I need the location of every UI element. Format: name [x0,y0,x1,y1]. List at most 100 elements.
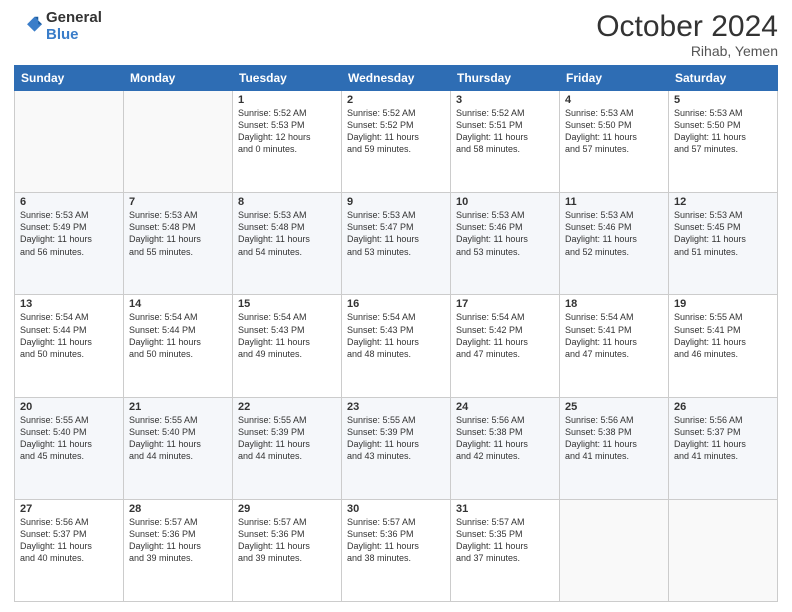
day-info: Sunrise: 5:56 AM Sunset: 5:38 PM Dayligh… [565,414,663,463]
day-info: Sunrise: 5:57 AM Sunset: 5:35 PM Dayligh… [456,516,554,565]
day-info: Sunrise: 5:54 AM Sunset: 5:41 PM Dayligh… [565,311,663,360]
day-info: Sunrise: 5:55 AM Sunset: 5:39 PM Dayligh… [238,414,336,463]
day-cell: 18Sunrise: 5:54 AM Sunset: 5:41 PM Dayli… [560,295,669,397]
day-number: 8 [238,196,336,208]
day-cell: 4Sunrise: 5:53 AM Sunset: 5:50 PM Daylig… [560,91,669,193]
header-sunday: Sunday [15,66,124,91]
day-number: 20 [20,401,118,413]
day-cell: 19Sunrise: 5:55 AM Sunset: 5:41 PM Dayli… [669,295,778,397]
day-info: Sunrise: 5:57 AM Sunset: 5:36 PM Dayligh… [129,516,227,565]
day-info: Sunrise: 5:56 AM Sunset: 5:38 PM Dayligh… [456,414,554,463]
day-number: 23 [347,401,445,413]
day-info: Sunrise: 5:52 AM Sunset: 5:52 PM Dayligh… [347,107,445,156]
day-info: Sunrise: 5:52 AM Sunset: 5:53 PM Dayligh… [238,107,336,156]
day-number: 3 [456,94,554,106]
day-info: Sunrise: 5:53 AM Sunset: 5:50 PM Dayligh… [565,107,663,156]
day-info: Sunrise: 5:54 AM Sunset: 5:43 PM Dayligh… [347,311,445,360]
day-cell [124,91,233,193]
day-info: Sunrise: 5:55 AM Sunset: 5:41 PM Dayligh… [674,311,772,360]
day-number: 28 [129,503,227,515]
day-cell: 31Sunrise: 5:57 AM Sunset: 5:35 PM Dayli… [451,499,560,601]
day-cell: 12Sunrise: 5:53 AM Sunset: 5:45 PM Dayli… [669,193,778,295]
day-number: 6 [20,196,118,208]
day-number: 2 [347,94,445,106]
day-cell: 29Sunrise: 5:57 AM Sunset: 5:36 PM Dayli… [233,499,342,601]
day-cell: 27Sunrise: 5:56 AM Sunset: 5:37 PM Dayli… [15,499,124,601]
day-cell [669,499,778,601]
day-cell [15,91,124,193]
day-number: 13 [20,298,118,310]
day-number: 25 [565,401,663,413]
header-monday: Monday [124,66,233,91]
day-info: Sunrise: 5:55 AM Sunset: 5:39 PM Dayligh… [347,414,445,463]
day-number: 14 [129,298,227,310]
day-cell: 5Sunrise: 5:53 AM Sunset: 5:50 PM Daylig… [669,91,778,193]
day-cell: 14Sunrise: 5:54 AM Sunset: 5:44 PM Dayli… [124,295,233,397]
day-cell: 17Sunrise: 5:54 AM Sunset: 5:42 PM Dayli… [451,295,560,397]
day-cell: 9Sunrise: 5:53 AM Sunset: 5:47 PM Daylig… [342,193,451,295]
day-info: Sunrise: 5:52 AM Sunset: 5:51 PM Dayligh… [456,107,554,156]
day-cell: 10Sunrise: 5:53 AM Sunset: 5:46 PM Dayli… [451,193,560,295]
weekday-header-row: Sunday Monday Tuesday Wednesday Thursday… [15,66,778,91]
day-cell: 28Sunrise: 5:57 AM Sunset: 5:36 PM Dayli… [124,499,233,601]
day-cell: 1Sunrise: 5:52 AM Sunset: 5:53 PM Daylig… [233,91,342,193]
day-info: Sunrise: 5:56 AM Sunset: 5:37 PM Dayligh… [20,516,118,565]
day-number: 21 [129,401,227,413]
day-cell: 22Sunrise: 5:55 AM Sunset: 5:39 PM Dayli… [233,397,342,499]
day-cell: 15Sunrise: 5:54 AM Sunset: 5:43 PM Dayli… [233,295,342,397]
day-info: Sunrise: 5:56 AM Sunset: 5:37 PM Dayligh… [674,414,772,463]
day-info: Sunrise: 5:57 AM Sunset: 5:36 PM Dayligh… [238,516,336,565]
logo: General Blue [14,10,102,43]
day-info: Sunrise: 5:53 AM Sunset: 5:49 PM Dayligh… [20,209,118,258]
day-number: 5 [674,94,772,106]
location-subtitle: Rihab, Yemen [596,43,778,59]
day-cell: 30Sunrise: 5:57 AM Sunset: 5:36 PM Dayli… [342,499,451,601]
day-cell: 3Sunrise: 5:52 AM Sunset: 5:51 PM Daylig… [451,91,560,193]
day-number: 29 [238,503,336,515]
day-number: 9 [347,196,445,208]
day-info: Sunrise: 5:54 AM Sunset: 5:44 PM Dayligh… [129,311,227,360]
header-thursday: Thursday [451,66,560,91]
week-row-1: 1Sunrise: 5:52 AM Sunset: 5:53 PM Daylig… [15,91,778,193]
day-cell: 7Sunrise: 5:53 AM Sunset: 5:48 PM Daylig… [124,193,233,295]
day-number: 26 [674,401,772,413]
week-row-5: 27Sunrise: 5:56 AM Sunset: 5:37 PM Dayli… [15,499,778,601]
day-number: 16 [347,298,445,310]
week-row-3: 13 Sunrise: 5:54 AM Sunset: 5:44 PM Dayli… [15,295,778,397]
day-info: Sunrise: 5:53 AM Sunset: 5:50 PM Dayligh… [674,107,772,156]
day-number: 1 [238,94,336,106]
day-cell: 13Sunrise: 5:54 AM Sunset: 5:44 PM Dayli… [15,295,124,397]
day-number: 22 [238,401,336,413]
day-cell: 23Sunrise: 5:55 AM Sunset: 5:39 PM Dayli… [342,397,451,499]
day-info: Sunrise: 5:53 AM Sunset: 5:45 PM Dayligh… [674,209,772,258]
day-cell: 21Sunrise: 5:55 AM Sunset: 5:40 PM Dayli… [124,397,233,499]
day-number: 11 [565,196,663,208]
title-block: October 2024 Rihab, Yemen [596,10,778,59]
day-cell: 11Sunrise: 5:53 AM Sunset: 5:46 PM Dayli… [560,193,669,295]
logo-general: General [46,10,102,27]
day-number: 30 [347,503,445,515]
day-info: Sunrise: 5:53 AM Sunset: 5:48 PM Dayligh… [129,209,227,258]
day-info: Sunrise: 5:55 AM Sunset: 5:40 PM Dayligh… [20,414,118,463]
header-tuesday: Tuesday [233,66,342,91]
week-row-2: 6Sunrise: 5:53 AM Sunset: 5:49 PM Daylig… [15,193,778,295]
day-number: 17 [456,298,554,310]
day-cell: 25Sunrise: 5:56 AM Sunset: 5:38 PM Dayli… [560,397,669,499]
header: General Blue October 2024 Rihab, Yemen [14,10,778,59]
logo-blue: Blue [46,27,102,44]
day-number: 19 [674,298,772,310]
header-friday: Friday [560,66,669,91]
day-cell: 20Sunrise: 5:55 AM Sunset: 5:40 PM Dayli… [15,397,124,499]
day-info: Sunrise: 5:53 AM Sunset: 5:46 PM Dayligh… [565,209,663,258]
day-number: 27 [20,503,118,515]
day-cell: 16Sunrise: 5:54 AM Sunset: 5:43 PM Dayli… [342,295,451,397]
day-cell: 26Sunrise: 5:56 AM Sunset: 5:37 PM Dayli… [669,397,778,499]
day-info: Sunrise: 5:57 AM Sunset: 5:36 PM Dayligh… [347,516,445,565]
day-number: 12 [674,196,772,208]
day-info: Sunrise: 5:53 AM Sunset: 5:47 PM Dayligh… [347,209,445,258]
day-cell [560,499,669,601]
logo-icon [14,13,42,41]
day-number: 15 [238,298,336,310]
day-info: Sunrise: 5:53 AM Sunset: 5:48 PM Dayligh… [238,209,336,258]
day-cell: 2Sunrise: 5:52 AM Sunset: 5:52 PM Daylig… [342,91,451,193]
